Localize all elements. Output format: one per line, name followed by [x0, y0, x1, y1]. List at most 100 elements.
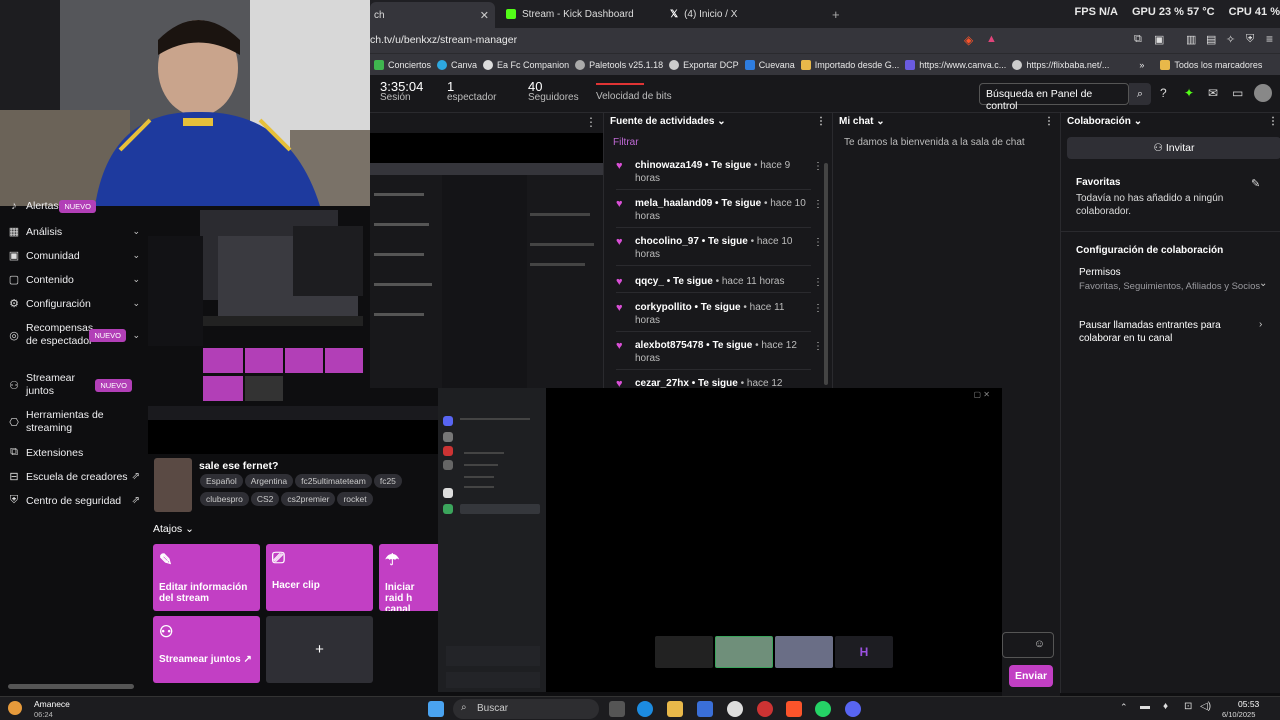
sidebar-item-contenido[interactable]: ▢ Contenido ⌄: [8, 273, 144, 287]
sidebar-item-seguridad[interactable]: ⛨ Centro de seguridad ⇗: [8, 494, 144, 507]
avatar[interactable]: [1254, 84, 1272, 102]
tag[interactable]: clubespro: [200, 492, 249, 506]
brave-shield-icon[interactable]: ◈: [964, 33, 973, 47]
help-icon[interactable]: ?: [1160, 86, 1167, 100]
discord-icon[interactable]: [845, 701, 861, 717]
permissions-title[interactable]: Permisos: [1079, 267, 1121, 278]
edge-icon[interactable]: [637, 701, 653, 717]
sidebar-item-extensiones[interactable]: ⧉ Extensiones: [8, 446, 144, 459]
windows-start-icon[interactable]: [428, 701, 444, 717]
raid-tile[interactable]: ☂ Iniciar raid h canal: [379, 544, 438, 611]
bookmark-conciertos[interactable]: Conciertos: [374, 59, 431, 70]
emoji-icon[interactable]: ☺: [1034, 638, 1045, 650]
more-options-icon[interactable]: ⋮: [813, 276, 823, 289]
store-icon[interactable]: [697, 701, 713, 717]
clock-time[interactable]: 05:53: [1238, 699, 1259, 709]
chevron-down-icon[interactable]: ⌄: [1259, 278, 1267, 289]
server-icon[interactable]: [443, 460, 453, 470]
participant-tile[interactable]: [655, 636, 713, 668]
more-options-icon[interactable]: ⋮: [816, 116, 826, 127]
more-options-icon[interactable]: ⋮: [813, 198, 823, 211]
screenshot-icon[interactable]: ▣: [1154, 33, 1164, 46]
vpn-icon[interactable]: ⛨: [1246, 33, 1254, 46]
brave-rewards-icon[interactable]: ▲: [986, 33, 997, 45]
url-text[interactable]: ch.tv/u/benkxz/stream-manager: [370, 34, 517, 46]
bookmark-canva-url[interactable]: https://www.canva.c...: [905, 59, 1006, 70]
brave-icon[interactable]: [786, 701, 802, 717]
bookmark-exportar-dcp[interactable]: Exportar DCP: [669, 59, 739, 70]
tag[interactable]: Español: [200, 474, 243, 488]
horizontal-scrollbar[interactable]: [8, 684, 134, 689]
chat-input[interactable]: ☺: [1002, 632, 1054, 658]
task-view-icon[interactable]: [609, 701, 625, 717]
address-bar[interactable]: ch.tv/u/benkxz/stream-manager ◈ ▲ ⧉ ▣ ▥ …: [370, 28, 1280, 53]
browser-tab-active[interactable]: ch ✕: [370, 2, 495, 28]
inbox-icon[interactable]: ✉: [1208, 86, 1218, 100]
network-icon[interactable]: ⊡: [1184, 701, 1192, 712]
sidebar-item-recompensas[interactable]: ◎ Recompensas de espectador NUEVO ⌄: [8, 322, 144, 348]
collab-header[interactable]: Colaboración ⌄ ⋮: [1061, 113, 1280, 131]
edit-pencil-icon[interactable]: ✎: [1251, 177, 1260, 190]
leo-icon[interactable]: ✧: [1226, 33, 1235, 46]
server-icon[interactable]: [443, 446, 453, 456]
more-options-icon[interactable]: ⋮: [1268, 116, 1278, 127]
menu-icon[interactable]: ≡: [1266, 32, 1273, 46]
messages-icon[interactable]: ▭: [1232, 86, 1243, 100]
clock-date[interactable]: 6/10/2025: [1222, 710, 1255, 719]
participant-tile[interactable]: [775, 636, 833, 668]
more-options-icon[interactable]: ⋮: [813, 302, 823, 315]
sidebar-item-streamear-juntos[interactable]: ⚇ Streamear juntos NUEVO: [8, 372, 144, 398]
sidebar-toggle-icon[interactable]: ▥: [1186, 33, 1196, 46]
server-icon[interactable]: [443, 416, 453, 426]
server-icon[interactable]: [443, 504, 453, 514]
discord-window[interactable]: H ▢ ✕: [438, 388, 1002, 692]
sidebar-item-alertas[interactable]: ♪ Alertas NUEVO: [8, 199, 144, 213]
browser-tab-kick[interactable]: Stream - Kick Dashboard: [506, 4, 634, 24]
bookmark-ea-fc[interactable]: Ea Fc Companion: [483, 59, 569, 70]
volume-icon[interactable]: ◁): [1200, 701, 1211, 712]
whatsapp-icon[interactable]: [815, 701, 831, 717]
bookmark-paletools[interactable]: Paletools v25.1.18: [575, 59, 663, 70]
microphone-icon[interactable]: ♦: [1163, 701, 1168, 712]
tag[interactable]: Argentina: [244, 474, 294, 488]
close-tab-icon[interactable]: ✕: [480, 9, 489, 22]
tag[interactable]: cs2premier: [281, 492, 336, 506]
search-icon[interactable]: ⌕: [1129, 83, 1151, 105]
sidebar-item-escuela[interactable]: ⊟ Escuela de creadores ⇗: [8, 470, 144, 484]
extensions-icon[interactable]: ⧉: [1134, 33, 1142, 46]
tray-overflow-icon[interactable]: ⌃: [1120, 702, 1128, 713]
invite-button[interactable]: ⚇ Invitar: [1067, 137, 1280, 159]
stream-info[interactable]: sale ese fernet? Español Argentina fc25ult…: [148, 454, 438, 520]
pause-incoming-calls[interactable]: Pausar llamadas entrantes para colaborar…: [1079, 319, 1249, 345]
voice-channel-active[interactable]: [460, 504, 540, 514]
tag[interactable]: fc25: [373, 474, 402, 488]
obs-icon[interactable]: [727, 701, 743, 717]
edit-stream-info-tile[interactable]: ✎ Editar información del stream: [153, 544, 260, 611]
wallet-icon[interactable]: ▤: [1206, 33, 1216, 46]
tag[interactable]: rocket: [337, 492, 373, 506]
vertical-scrollbar[interactable]: [824, 163, 828, 385]
dashboard-search-input[interactable]: Búsqueda en Panel de control: [979, 83, 1129, 112]
more-options-icon[interactable]: ⋮: [813, 160, 823, 173]
bookmark-cuevana[interactable]: Cuevana: [744, 59, 795, 70]
participant-tile[interactable]: [715, 636, 773, 668]
chevron-right-icon[interactable]: ›: [1259, 319, 1262, 330]
streamear-juntos-tile[interactable]: ⚇ Streamear juntos ↗: [153, 616, 260, 683]
file-explorer-icon[interactable]: [667, 701, 683, 717]
tag[interactable]: CS2: [250, 492, 280, 506]
bookmarks-overflow-button[interactable]: »: [1139, 60, 1144, 70]
sidebar-item-comunidad[interactable]: ▣ Comunidad ⌄: [8, 249, 144, 263]
quests-icon[interactable]: ✦: [1184, 86, 1194, 100]
sidebar-item-analisis[interactable]: ▦ Análisis ⌄: [8, 225, 144, 239]
more-options-icon[interactable]: ⋮: [585, 115, 597, 129]
sidebar-item-herramientas[interactable]: ⎔ Herramientas de streaming: [8, 409, 144, 435]
new-tab-button[interactable]: +: [832, 4, 840, 24]
taskbar-search[interactable]: ⌕ Buscar: [453, 699, 599, 719]
add-shortcut-tile[interactable]: +: [266, 616, 373, 683]
chrome-icon[interactable]: [757, 701, 773, 717]
tag[interactable]: fc25ultimateteam: [295, 474, 372, 488]
tray-app-icon[interactable]: ▬: [1140, 701, 1150, 712]
make-clip-tile[interactable]: ⎚ Hacer clip: [266, 544, 373, 611]
bookmark-all[interactable]: Todos los marcadores: [1160, 59, 1262, 70]
browser-tab-x[interactable]: 𝕏 (4) Inicio / X: [670, 4, 737, 24]
